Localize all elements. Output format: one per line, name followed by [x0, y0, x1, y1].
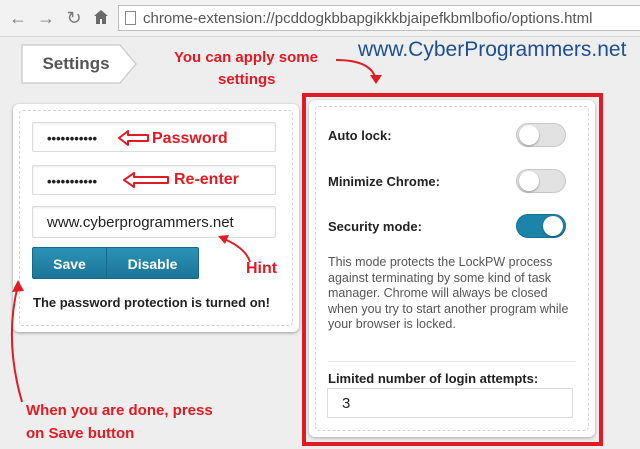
minimize-chrome-label: Minimize Chrome: [328, 174, 440, 189]
reenter-password-input[interactable]: ••••••••••• [32, 165, 276, 195]
annotation-done-line2: on Save button [26, 425, 135, 442]
home-icon[interactable] [91, 8, 111, 28]
settings-tab-label: Settings [42, 54, 110, 73]
watermark: www.CyberProgrammers.net [358, 38, 627, 61]
save-button[interactable]: Save [32, 247, 107, 279]
divider [328, 361, 576, 362]
annotation-apply-line2: settings [218, 71, 276, 88]
reload-icon[interactable]: ↻ [64, 8, 84, 28]
arrow-settings-icon [335, 59, 377, 81]
login-attempts-label: Limited number of login attempts: [328, 371, 539, 386]
url-text: chrome-extension://pcddogkbbapgikkkbjaip… [143, 10, 593, 27]
disable-button[interactable]: Disable [106, 247, 199, 279]
security-mode-label: Security mode: [328, 219, 422, 234]
annotation-password: Password [152, 130, 228, 147]
auto-lock-label: Auto lock: [328, 128, 392, 143]
browser-toolbar: ← → ↻ chrome-extension://pcddogkbbapgikk… [0, 0, 640, 37]
security-mode-toggle[interactable] [516, 214, 566, 238]
forward-arrow-icon[interactable]: → [36, 8, 56, 28]
login-attempts-input[interactable]: 3 [327, 388, 573, 418]
minimize-chrome-toggle[interactable] [516, 169, 566, 193]
annotation-apply-line1: You can apply some [174, 49, 318, 66]
annotation-hint: Hint [246, 260, 278, 277]
back-arrow-icon[interactable]: ← [8, 8, 28, 28]
security-mode-description: This mode protects the LockPW process ag… [328, 255, 569, 331]
page-icon [125, 11, 136, 25]
auto-lock-toggle[interactable] [516, 123, 566, 147]
settings-tab[interactable]: Settings [20, 44, 138, 84]
annotation-reenter: Re-enter [174, 171, 239, 188]
annotation-done-line1: When you are done, press [26, 402, 213, 419]
address-bar[interactable]: chrome-extension://pcddogkbbapgikkkbjaip… [118, 5, 640, 31]
hint-input[interactable]: www.cyberprogrammers.net [32, 206, 276, 238]
status-message: The password protection is turned on! [33, 295, 270, 310]
